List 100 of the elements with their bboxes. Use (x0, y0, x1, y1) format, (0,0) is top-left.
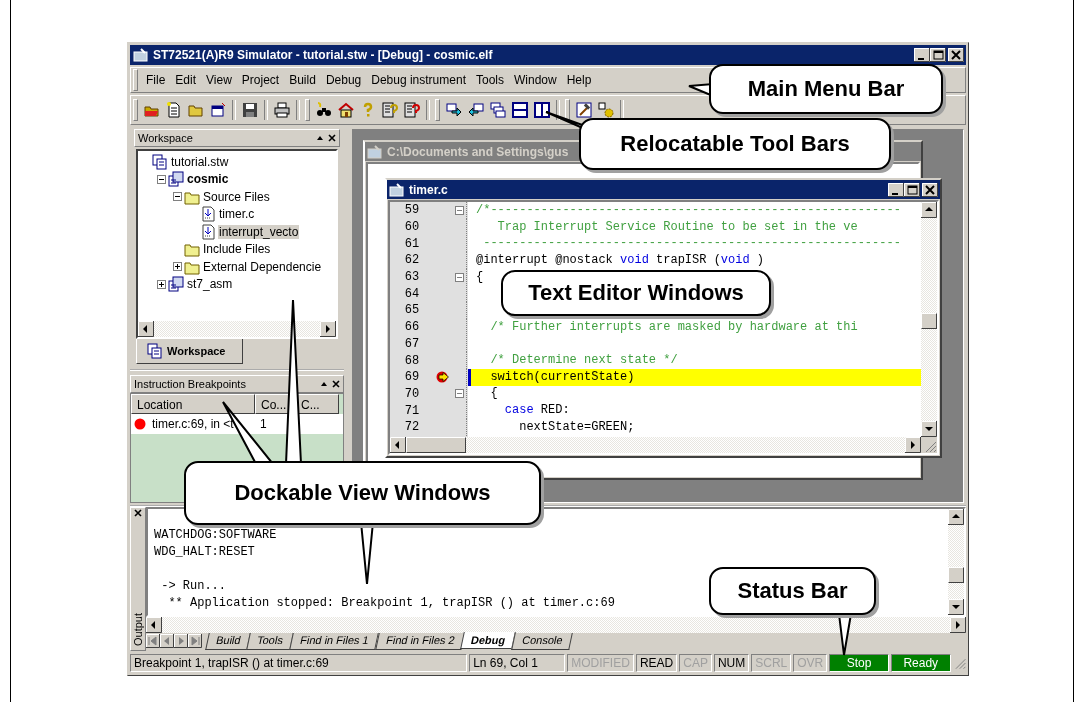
minimize-button[interactable] (914, 48, 930, 62)
output-tab[interactable]: Console (511, 633, 574, 650)
fold-toggle[interactable] (454, 205, 464, 215)
document-icon (389, 182, 405, 197)
help-document-icon[interactable] (382, 102, 398, 118)
close-button[interactable] (948, 48, 964, 62)
workspace-tab[interactable]: Workspace (136, 339, 243, 364)
arrow-right-icon[interactable] (446, 102, 462, 118)
horizontal-split-icon[interactable] (512, 102, 528, 118)
scroll-up-button[interactable] (921, 202, 937, 218)
status-message: Breakpoint 1, trapISR () at timer.c:69 (130, 654, 468, 672)
folder-icon[interactable] (188, 102, 204, 118)
code-editor[interactable] (390, 202, 921, 437)
hammer-icon[interactable] (576, 102, 592, 118)
minimize-button[interactable] (888, 182, 904, 197)
tree-item[interactable]: st7_asm (186, 277, 234, 292)
scrollbar-thumb[interactable] (948, 567, 964, 583)
line-number: 68 (403, 352, 421, 370)
scroll-left-button[interactable] (138, 321, 154, 337)
expand-toggle[interactable] (173, 262, 182, 272)
scroll-left-button[interactable] (390, 437, 406, 453)
house-icon[interactable] (338, 102, 354, 118)
expand-toggle[interactable] (157, 279, 166, 289)
maximize-button[interactable] (904, 182, 920, 197)
menu-item[interactable]: Project (236, 71, 285, 89)
scroll-down-button[interactable] (921, 421, 937, 437)
close-icon[interactable] (328, 134, 336, 142)
output-tab[interactable]: Find in Files 1 (289, 633, 380, 650)
new-document-icon[interactable] (166, 102, 182, 118)
horizontal-scrollbar[interactable] (138, 321, 336, 337)
collapse-toggle[interactable] (157, 174, 166, 184)
tree-item[interactable]: External Dependencie (202, 259, 323, 274)
binoculars-icon[interactable] (316, 102, 332, 118)
menu-item[interactable]: Help (561, 71, 597, 89)
tree-item[interactable]: interrupt_vecto (218, 224, 300, 239)
first-page-button[interactable] (146, 634, 160, 648)
scrollbar-thumb[interactable] (921, 313, 937, 329)
key-indicator: READ (635, 654, 678, 672)
menu-item[interactable]: View (201, 71, 237, 89)
pane-title: Instruction Breakpoints (134, 378, 246, 390)
fold-toggle[interactable] (454, 272, 464, 282)
printer-icon[interactable] (274, 102, 290, 118)
scroll-right-button[interactable] (950, 617, 966, 633)
table-cell-text: 1 (259, 417, 268, 431)
maximize-button[interactable] (930, 48, 946, 62)
close-button[interactable] (922, 182, 938, 197)
toolbar-grip[interactable] (133, 99, 138, 121)
collapse-toggle[interactable] (173, 192, 182, 202)
scroll-left-button[interactable] (146, 617, 162, 633)
menu-item[interactable]: Tools (470, 71, 509, 89)
pane-title: Workspace (138, 132, 193, 144)
tree-item[interactable]: cosmic (186, 172, 230, 187)
tree-item[interactable]: timer.c (218, 207, 256, 222)
scroll-down-button[interactable] (948, 599, 964, 615)
toolbar-grip[interactable] (305, 99, 310, 121)
tree-item[interactable]: tutorial.stw (170, 154, 230, 169)
output-tab[interactable]: Find in Files 2 (374, 633, 465, 650)
next-page-button[interactable] (174, 634, 188, 648)
menu-item[interactable]: Debug (320, 71, 367, 89)
toolbar-grip[interactable] (435, 99, 440, 121)
column-header[interactable]: Location (131, 394, 255, 414)
scroll-right-button[interactable] (320, 321, 336, 337)
gear-icon[interactable] (598, 102, 614, 118)
menu-item[interactable]: File (141, 71, 171, 89)
previous-page-button[interactable] (160, 634, 174, 648)
pin-icon[interactable] (316, 134, 324, 142)
close-icon[interactable] (133, 508, 143, 518)
arrow-left-icon[interactable] (468, 102, 484, 118)
output-line: WDG_HALT:RESET (154, 544, 255, 561)
close-icon[interactable] (332, 380, 340, 388)
last-page-button[interactable] (188, 634, 202, 648)
vertical-scrollbar[interactable] (948, 509, 964, 615)
scroll-right-button[interactable] (905, 437, 921, 453)
callout-bubble: Main Menu Bar (709, 64, 943, 114)
window-icon[interactable] (210, 102, 226, 118)
key-indicator: NUM (713, 654, 750, 672)
horizontal-scrollbar[interactable] (146, 617, 966, 633)
menu-item[interactable]: Debug instrument (366, 71, 471, 89)
line-number: 72 (403, 419, 421, 436)
horizontal-scrollbar[interactable] (390, 437, 921, 453)
tree-item[interactable]: Include Files (202, 242, 272, 257)
output-tab[interactable]: Debug (460, 632, 517, 649)
output-tab[interactable]: Tools (246, 633, 294, 650)
stacked-windows-icon[interactable] (490, 102, 506, 118)
code-line: @interrupt @nostack void trapISR (void ) (475, 251, 766, 269)
tree-item[interactable]: Source Files (202, 189, 271, 204)
scroll-up-button[interactable] (948, 509, 964, 525)
pin-icon[interactable] (320, 380, 328, 388)
help-document-icon[interactable] (404, 102, 420, 118)
vertical-split-icon[interactable] (534, 102, 550, 118)
scrollbar-thumb[interactable] (406, 437, 466, 453)
menu-item[interactable]: Edit (170, 71, 202, 89)
cursor-position: Ln 69, Col 1 (469, 654, 566, 672)
fold-toggle[interactable] (454, 389, 464, 399)
output-tab[interactable]: Build (205, 633, 252, 650)
menu-item[interactable]: Build (284, 71, 321, 89)
breakpoint-dot[interactable] (134, 418, 146, 430)
menu-item[interactable]: Window (509, 71, 562, 89)
vertical-scrollbar[interactable] (921, 202, 937, 437)
toolbar-grip[interactable] (133, 69, 138, 91)
